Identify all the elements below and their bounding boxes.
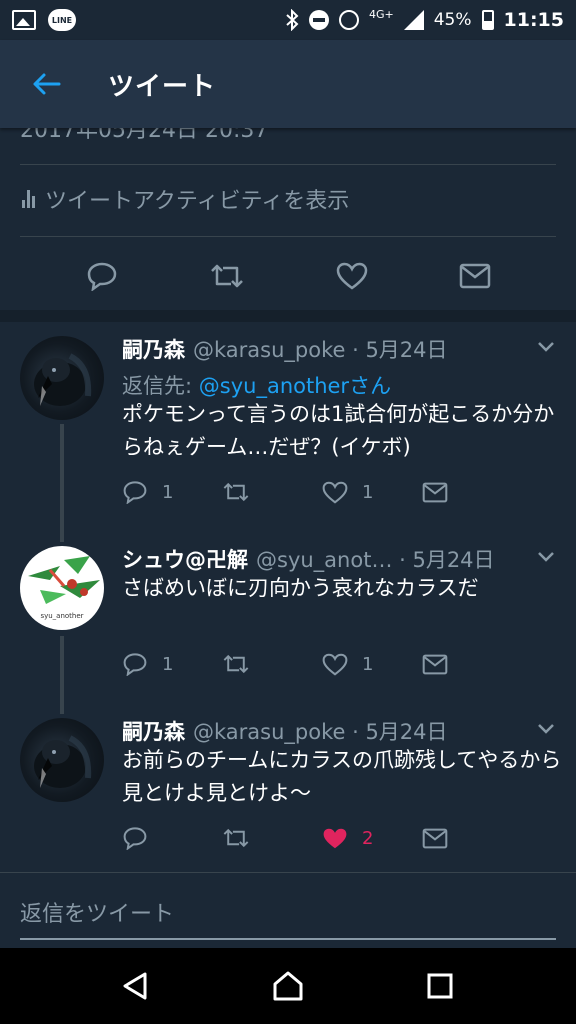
direct-message-icon[interactable] — [459, 263, 491, 289]
like-count: 1 — [362, 653, 374, 675]
reply-action[interactable]: 1 — [122, 480, 222, 504]
like-action[interactable]: 2 — [322, 827, 422, 850]
avatar[interactable]: syu_another — [20, 546, 104, 630]
retweet-icon[interactable] — [209, 262, 245, 290]
dm-action[interactable] — [422, 654, 522, 675]
retweet-icon — [223, 654, 249, 674]
like-action[interactable]: 1 — [322, 481, 422, 504]
tweet-activity-label: ツイートアクティビティを表示 — [45, 189, 350, 214]
reply-tweet[interactable]: 嗣乃森 @karasu_poke · 5月24日 返信先: @syu_anoth… — [0, 334, 576, 514]
alarm-icon — [338, 10, 359, 30]
handle-and-date: @syu_anot… · 5月24日 — [256, 548, 495, 572]
like-icon — [322, 653, 348, 676]
system-nav-bar — [0, 948, 576, 1024]
reply-tweet[interactable]: 嗣乃森 @karasu_poke · 5月24日 お前らのチームにカラスの爪跡残… — [0, 716, 576, 866]
retweet-icon — [223, 482, 249, 502]
main-tweet-actions — [0, 248, 576, 304]
signal-icon — [403, 10, 424, 30]
retweet-icon — [223, 828, 249, 848]
tweet-actions: 1 1 — [122, 652, 522, 676]
direct-message-icon — [422, 828, 448, 848]
reply-tweet[interactable]: syu_another シュウ@卍解 @syu_anot… · 5月24日 さば… — [0, 544, 576, 694]
avatar[interactable] — [20, 336, 104, 420]
retweet-action[interactable] — [222, 481, 322, 503]
tweet-text: ポケモンって言うのは1試合何が起こるか分からねぇゲーム…だぜ？(イケボ) — [122, 402, 555, 459]
divider — [20, 164, 556, 165]
gallery-icon — [12, 10, 36, 30]
crow-avatar-image — [34, 735, 92, 788]
reply-input-underline — [20, 938, 556, 940]
app-header: ツイート — [0, 40, 576, 128]
battery-percent: 45% — [433, 10, 472, 30]
clock: 11:15 — [503, 9, 564, 31]
reply-action[interactable] — [122, 826, 222, 850]
bluetooth-icon — [286, 9, 299, 31]
reply-header: 嗣乃森 @karasu_poke · 5月24日 — [122, 716, 542, 746]
reply-action[interactable]: 1 — [122, 652, 222, 676]
reply-header: 嗣乃森 @karasu_poke · 5月24日 — [122, 334, 542, 364]
back-button[interactable] — [18, 56, 74, 112]
reply-icon — [123, 481, 147, 504]
reply-to-prefix: 返信先: — [122, 374, 199, 398]
reply-to-mention[interactable]: @syu_anotherさん — [199, 374, 391, 398]
reply-icon — [123, 827, 147, 850]
battery-icon — [481, 10, 494, 30]
like-icon — [322, 481, 348, 504]
avatar[interactable] — [20, 718, 104, 802]
nav-recents-button[interactable] — [412, 958, 468, 1014]
crow-avatar-image — [34, 353, 92, 406]
tweet-text: さばめいぼに刃向かう哀れなカラスだ — [122, 576, 479, 600]
tweet-text: お前らのチームにカラスの爪跡残してやるから見とけよ見とけよ〜 — [122, 748, 562, 805]
nav-back-button[interactable] — [108, 958, 164, 1014]
activity-icon — [22, 190, 35, 208]
direct-message-icon — [422, 482, 448, 502]
tweet-activity-link[interactable]: ツイートアクティビティを表示 — [22, 183, 349, 215]
chevron-down-icon[interactable] — [536, 340, 556, 354]
like-icon[interactable] — [336, 262, 368, 290]
page-title: ツイート — [108, 71, 217, 102]
reply-icon — [123, 653, 147, 676]
network-label: 4G+ — [368, 7, 394, 21]
chevron-down-icon[interactable] — [536, 722, 556, 736]
back-arrow-icon — [33, 73, 61, 95]
avatar-caption: syu_another — [40, 612, 83, 620]
tweet-actions: 2 — [122, 826, 522, 850]
reply-count: 1 — [162, 481, 174, 503]
chevron-down-icon[interactable] — [536, 550, 556, 564]
retweet-action[interactable] — [222, 653, 322, 675]
section-separator — [0, 310, 576, 322]
syu-avatar-image: syu_another — [28, 556, 100, 620]
reply-input[interactable]: 返信をツイート — [20, 896, 174, 928]
like-action[interactable]: 1 — [322, 653, 422, 676]
retweet-action[interactable] — [222, 827, 322, 849]
line-icon: LINE — [48, 9, 76, 31]
tweet-actions: 1 1 — [122, 480, 522, 504]
triangle-back-icon — [123, 972, 147, 1000]
handle-and-date: @karasu_poke · 5月24日 — [193, 720, 448, 744]
like-filled-icon — [323, 828, 347, 848]
display-name[interactable]: 嗣乃森 — [122, 334, 185, 364]
nav-home-button[interactable] — [260, 958, 316, 1014]
dnd-icon — [308, 10, 329, 30]
status-bar: LINE 4G+ 45% 11:15 — [0, 0, 576, 40]
like-count: 2 — [362, 827, 374, 849]
dm-action[interactable] — [422, 828, 522, 849]
square-recents-icon — [427, 973, 453, 999]
display-name[interactable]: シュウ@卍解 — [122, 544, 248, 574]
reply-to-line: 返信先: @syu_anotherさん — [122, 370, 391, 400]
direct-message-icon — [422, 654, 448, 674]
handle-and-date: @karasu_poke · 5月24日 — [193, 338, 448, 362]
like-count: 1 — [362, 481, 374, 503]
home-icon — [273, 971, 303, 1001]
dm-action[interactable] — [422, 482, 522, 503]
reply-icon[interactable] — [86, 261, 118, 291]
divider — [20, 236, 556, 237]
reply-header: シュウ@卍解 @syu_anot… · 5月24日 — [122, 544, 542, 574]
display-name[interactable]: 嗣乃森 — [122, 716, 185, 746]
reply-count: 1 — [162, 653, 174, 675]
